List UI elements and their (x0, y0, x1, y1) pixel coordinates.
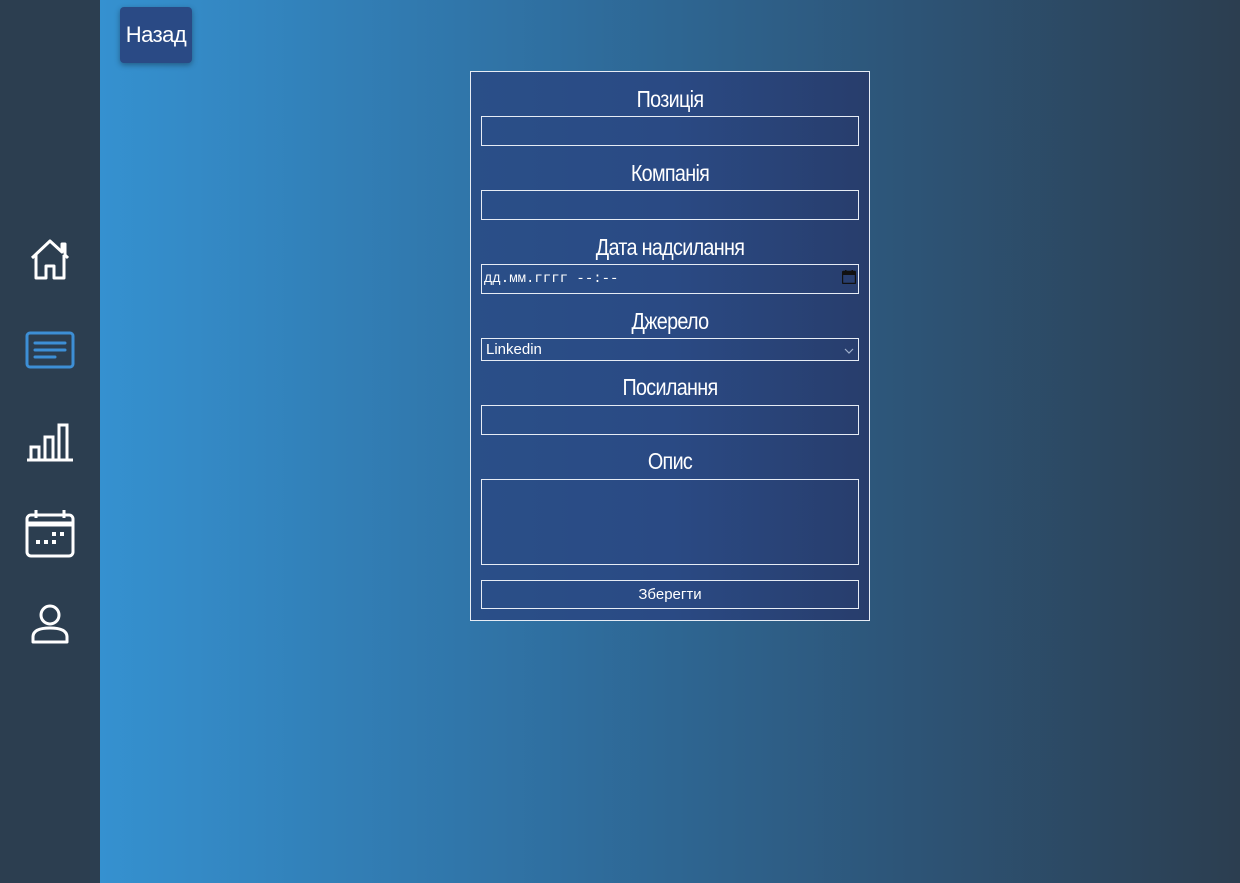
date-label: Дата надсилання (595, 234, 745, 260)
chevron-down-icon (844, 341, 854, 358)
source-label: Джерело (631, 308, 710, 334)
home-icon (28, 236, 72, 282)
application-form: Позиція Компанія Дата надсилання дд.мм.г… (470, 71, 870, 621)
source-select[interactable]: Linkedin (481, 338, 859, 361)
sidebar-item-applications[interactable] (22, 322, 78, 378)
calendar-picker-icon[interactable] (841, 269, 857, 289)
sidebar-item-calendar[interactable] (22, 505, 78, 561)
sidebar-item-profile[interactable] (22, 596, 78, 652)
sidebar-item-home[interactable] (22, 231, 78, 287)
save-button[interactable]: Зберегти (481, 580, 859, 609)
description-label: Опис (647, 448, 693, 474)
sidebar (0, 0, 100, 883)
list-icon (25, 331, 75, 369)
source-selected-value: Linkedin (486, 341, 542, 358)
company-label: Компанія (630, 160, 710, 186)
date-input[interactable]: дд.мм.гггг --:-- (481, 264, 859, 294)
company-input[interactable] (481, 190, 859, 220)
position-input[interactable] (481, 116, 859, 146)
bar-chart-icon (25, 417, 75, 463)
sidebar-item-stats[interactable] (22, 412, 78, 468)
back-button[interactable]: Назад (120, 7, 192, 63)
main-content: Назад Позиція Компанія Дата надсилання д… (100, 0, 1240, 883)
description-textarea[interactable] (481, 479, 859, 565)
link-input[interactable] (481, 405, 859, 435)
date-placeholder: дд.мм.гггг --:-- (484, 271, 619, 287)
position-label: Позиція (636, 86, 704, 112)
calendar-icon (25, 508, 75, 558)
user-icon (30, 604, 70, 644)
link-label: Посилання (622, 374, 718, 400)
